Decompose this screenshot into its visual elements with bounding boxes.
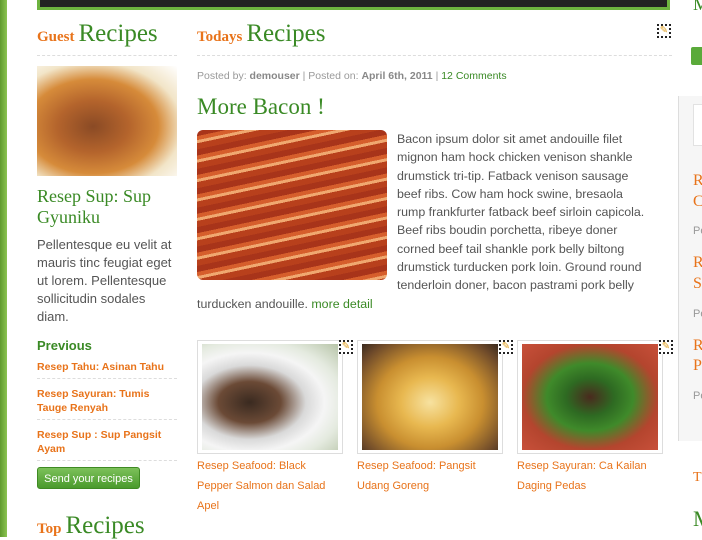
sidebar-fragment: Pe xyxy=(693,390,702,402)
todays-recipes-heading: Todays Recipes xyxy=(197,20,325,48)
recipe-thumb[interactable] xyxy=(197,340,343,454)
left-green-rail xyxy=(0,0,7,537)
post-author[interactable]: demouser xyxy=(250,70,300,82)
divider xyxy=(37,55,177,56)
guest-recipe-photo[interactable] xyxy=(37,66,177,176)
sidebar-fragment: T xyxy=(693,470,702,485)
previous-item[interactable]: Resep Sup : Sup Pangsit Ayam xyxy=(37,428,177,461)
post-body: Bacon ipsum dolor sit amet andouille fil… xyxy=(197,130,652,313)
recipe-thumb[interactable] xyxy=(517,340,663,454)
posted-on-label: | Posted on: xyxy=(302,70,359,82)
previous-list: Resep Tahu: Asinan Tahu Resep Sayuran: T… xyxy=(37,360,177,469)
sidebar-search-edge[interactable] xyxy=(693,104,702,146)
heading-big-word: Recipes xyxy=(78,20,158,47)
sidebar-fragment: R xyxy=(693,172,702,189)
top-banner xyxy=(37,0,670,10)
recipe-thumb-caption[interactable]: Resep Sayuran: Ca Kailan Daging Pedas xyxy=(517,456,657,496)
post-date: April 6th, 2011 xyxy=(361,70,433,82)
previous-label: Previous xyxy=(37,338,92,353)
sidebar-fragment: M xyxy=(693,506,702,532)
heading-big-word: Recipes xyxy=(246,20,326,47)
recipe-thumb-caption[interactable]: Resep Seafood: Black Pepper Salmon dan S… xyxy=(197,456,337,516)
pencil-edit-icon[interactable]: ✎ xyxy=(657,24,671,38)
sidebar-fragment: M xyxy=(693,0,702,14)
recipe-thumb-photo xyxy=(202,344,338,450)
sidebar-fragment: R xyxy=(693,254,702,271)
guest-recipes-heading: Guest Recipes xyxy=(37,20,158,48)
pencil-edit-icon[interactable]: ✎ xyxy=(659,340,673,354)
recipe-thumb-photo xyxy=(522,344,658,450)
posted-by-label: Posted by: xyxy=(197,70,247,82)
heading-small-word: Top xyxy=(37,521,62,537)
meta-separator: | xyxy=(435,70,439,82)
sidebar-button-edge[interactable] xyxy=(691,47,702,65)
guest-recipe-excerpt: Pellentesque eu velit at mauris tinc feu… xyxy=(37,237,172,324)
divider xyxy=(197,55,672,56)
guest-recipe-title[interactable]: Resep Sup: Sup Gyuniku xyxy=(37,186,187,228)
sidebar-fragment: Pe xyxy=(693,308,702,320)
pencil-edit-icon[interactable]: ✎ xyxy=(339,340,353,354)
pencil-edit-icon[interactable]: ✎ xyxy=(499,340,513,354)
previous-item[interactable]: Resep Tahu: Asinan Tahu xyxy=(37,360,177,379)
recipe-thumb[interactable] xyxy=(357,340,503,454)
sidebar-fragment: C xyxy=(693,193,702,210)
top-recipes-heading: Top Recipes xyxy=(37,512,145,540)
image-float-spacer xyxy=(197,130,397,282)
more-detail-link[interactable]: more detail xyxy=(311,297,372,311)
sidebar-fragment: S xyxy=(693,275,702,292)
heading-small-word: Todays xyxy=(197,29,243,45)
previous-item[interactable]: Resep Sayuran: Tumis Tauge Renyah xyxy=(37,387,177,420)
post-title[interactable]: More Bacon ! xyxy=(197,94,325,120)
recipe-thumb-caption[interactable]: Resep Seafood: Pangsit Udang Goreng xyxy=(357,456,497,496)
post-meta: Posted by: demouser | Posted on: April 6… xyxy=(197,70,507,82)
sidebar-fragment: R xyxy=(693,337,702,354)
heading-small-word: Guest xyxy=(37,29,75,45)
sidebar-fragment: P xyxy=(693,357,702,374)
sidebar-fragment: Pe xyxy=(693,225,702,237)
send-recipes-button[interactable]: Send your recipes xyxy=(37,467,140,489)
recipe-thumb-photo xyxy=(362,344,498,450)
comments-link[interactable]: 12 Comments xyxy=(441,70,506,82)
heading-big-word: Recipes xyxy=(65,512,145,539)
